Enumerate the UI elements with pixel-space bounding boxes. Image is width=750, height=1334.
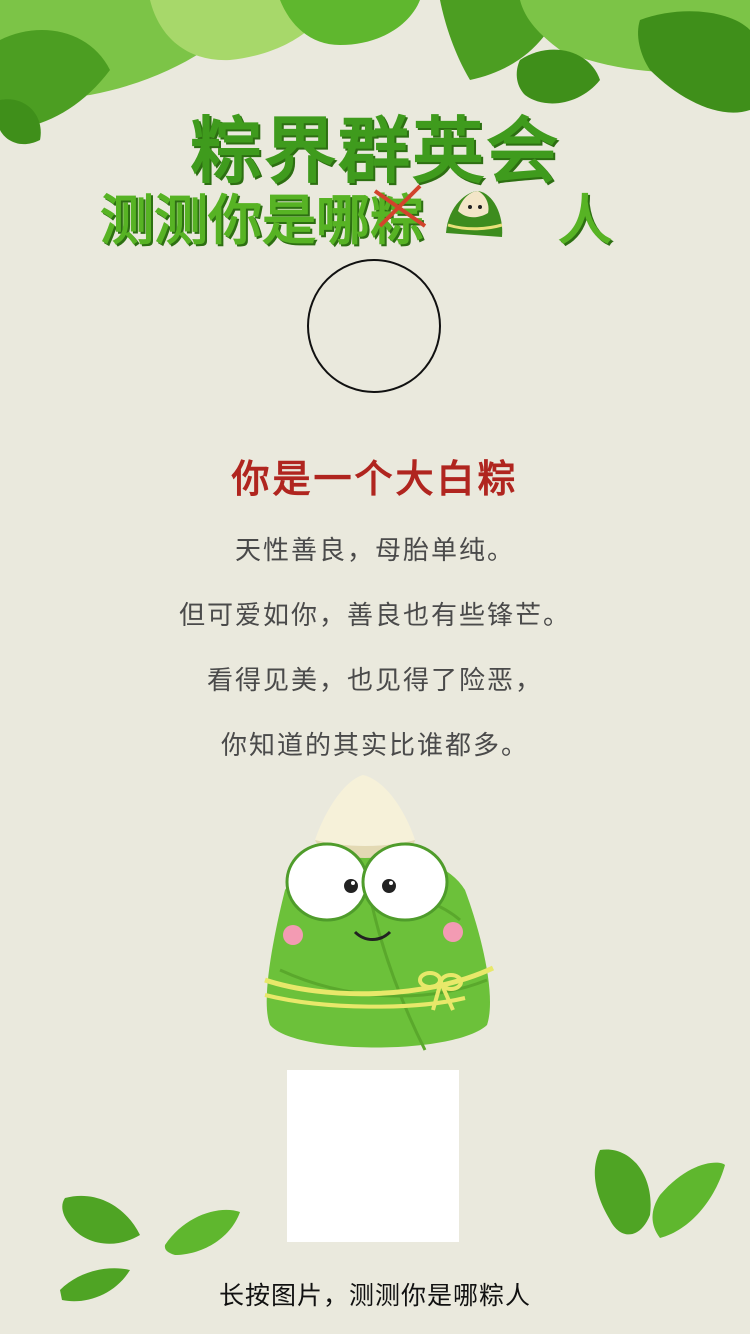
footer-hint: 长按图片，测测你是哪粽人: [218, 1281, 531, 1310]
result-line-3: 看得见美，也见得了险恶，: [206, 666, 543, 696]
zongzi-character-illustration: [264, 775, 495, 1051]
subtitle-prefix: 测测你是哪: [100, 188, 370, 252]
subtitle-suffix: 人: [558, 188, 612, 252]
subtitle-struck-word: 粽: [370, 176, 427, 255]
zongzi-mascot-icon: [446, 191, 503, 237]
result-line-2: 但可爱如你，善良也有些锋芒。: [178, 601, 571, 631]
qr-code-placeholder[interactable]: [287, 1070, 459, 1242]
result-line-4: 你知道的其实比谁都多。: [220, 731, 529, 761]
result-line-1: 天性善良，母胎单纯。: [234, 536, 515, 566]
avatar-frame: [307, 259, 441, 393]
page-subtitle: 测测你是哪 粽 人: [100, 180, 612, 252]
result-title: 你是一个大白粽: [231, 457, 519, 501]
strike-mark-icon: [373, 184, 427, 228]
